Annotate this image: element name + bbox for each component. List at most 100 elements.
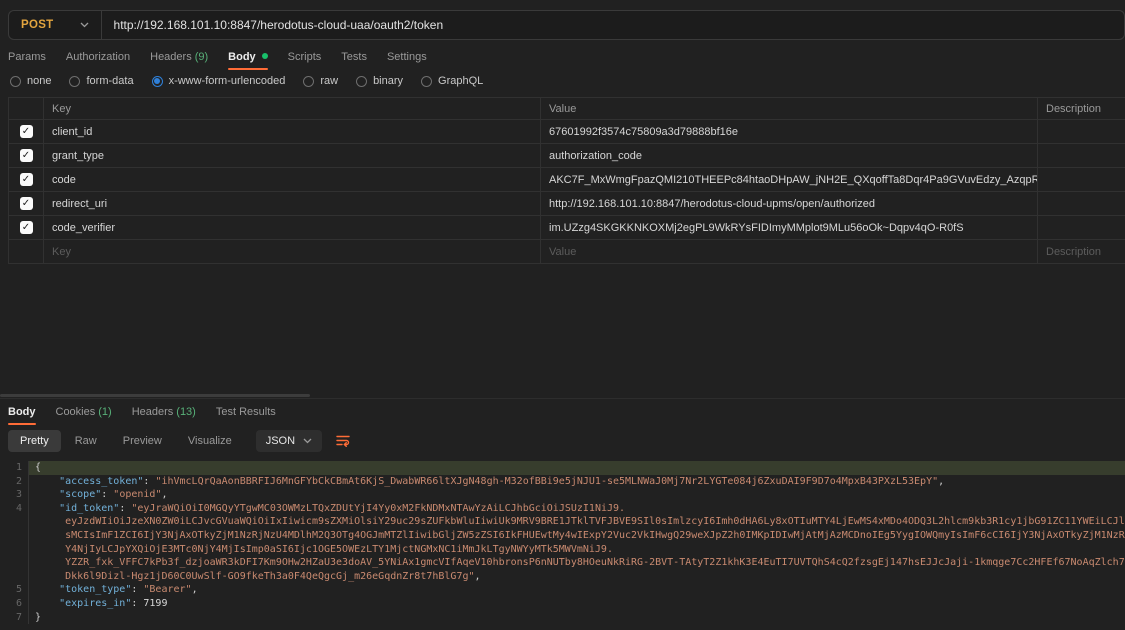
- tab-tests[interactable]: Tests: [341, 46, 367, 70]
- param-key-cell[interactable]: client_id: [43, 120, 540, 143]
- line-number: [0, 515, 28, 529]
- table-placeholder-row: KeyValueDescription: [8, 240, 1125, 264]
- row-checkbox[interactable]: ✓: [20, 173, 33, 186]
- radio-icon: [303, 76, 314, 87]
- param-key-cell[interactable]: code_verifier: [43, 216, 540, 239]
- table-row: ✓ grant_typeauthorization_code: [8, 144, 1125, 168]
- column-header-description: Description: [1037, 98, 1125, 119]
- url-row: POST http://192.168.101.10:8847/herodotu…: [0, 0, 1125, 40]
- body-mode-radios: none form-data x-www-form-urlencoded raw bin…: [0, 70, 1125, 97]
- body-mode-raw[interactable]: raw: [303, 75, 338, 87]
- row-checkbox[interactable]: ✓: [20, 221, 33, 234]
- response-section: Body Cookies(1) Headers(13) Test Results Pr…: [0, 398, 1125, 630]
- tab-body[interactable]: Body: [8, 401, 36, 425]
- param-description-placeholder[interactable]: Description: [1037, 240, 1125, 263]
- tab-count-badge: (13): [176, 406, 196, 418]
- json-format-dropdown[interactable]: JSON: [256, 430, 322, 452]
- radio-icon: [152, 76, 163, 87]
- tab-body[interactable]: Body: [228, 46, 268, 70]
- param-value-cell[interactable]: http://192.168.101.10:8847/herodotus-clo…: [540, 192, 1037, 215]
- param-value-cell[interactable]: AKC7F_MxWmgFpazQMI210THEEPc84htaoDHpAW_j…: [540, 168, 1037, 191]
- param-description-cell[interactable]: [1037, 192, 1125, 215]
- line-number: 6: [0, 597, 28, 611]
- param-value-placeholder[interactable]: Value: [540, 240, 1037, 263]
- param-key-cell[interactable]: redirect_uri: [43, 192, 540, 215]
- param-value-cell[interactable]: 67601992f3574c75809a3d79888bf16e: [540, 120, 1037, 143]
- body-mode-binary[interactable]: binary: [356, 75, 403, 87]
- wrap-text-icon[interactable]: [336, 434, 351, 448]
- code-text: "expires_in": 7199: [28, 597, 1125, 611]
- table-row: ✓ codeAKC7F_MxWmgFpazQMI210THEEPc84htaoDH…: [8, 168, 1125, 192]
- code-text: YZZR_fxk_VFFC7kPb3f_dzjoaWR3kDFI7Km9OHw2…: [28, 556, 1125, 570]
- line-number: [0, 570, 28, 584]
- body-mode-x-www-form-urlencoded[interactable]: x-www-form-urlencoded: [152, 75, 286, 87]
- unsaved-dot: [262, 53, 268, 59]
- code-line: sMCIsImF1ZCI6IjY3NjAxOTkyZjM1NzRjNzU4MDl…: [0, 529, 1125, 543]
- view-tab-preview[interactable]: Preview: [111, 430, 174, 452]
- param-description-cell[interactable]: [1037, 120, 1125, 143]
- row-checkbox[interactable]: ✓: [20, 125, 33, 138]
- radio-icon: [69, 76, 80, 87]
- column-header-value: Value: [540, 98, 1037, 119]
- param-value-cell[interactable]: im.UZzg4SKGKKNKOXMj2egPL9WkRYsFIDImyMMpl…: [540, 216, 1037, 239]
- params-table: KeyValueDescription✓client_id67601992f35…: [8, 97, 1125, 264]
- row-checkbox[interactable]: ✓: [20, 197, 33, 210]
- method-selector[interactable]: POST: [9, 11, 101, 39]
- table-row: ✓ redirect_urihttp://192.168.101.10:8847/…: [8, 192, 1125, 216]
- param-value-cell[interactable]: authorization_code: [540, 144, 1037, 167]
- code-text: sMCIsImF1ZCI6IjY3NjAxOTkyZjM1NzRjNzU4MDl…: [28, 529, 1125, 543]
- response-tabs: Body Cookies(1) Headers(13) Test Results: [0, 401, 1125, 425]
- method-label: POST: [21, 19, 54, 31]
- code-line: 4 "id_token": "eyJraWQiOiI0MGQyYTgwMC03O…: [0, 502, 1125, 516]
- code-line: 6 "expires_in": 7199: [0, 597, 1125, 611]
- param-key-placeholder[interactable]: Key: [43, 240, 540, 263]
- chevron-down-icon: [80, 22, 89, 28]
- radio-icon: [10, 76, 21, 87]
- tab-authorization[interactable]: Authorization: [66, 46, 130, 70]
- code-text: }: [28, 611, 1125, 625]
- param-key-cell[interactable]: code: [43, 168, 540, 191]
- code-text: "access_token": "ihVmcLQrQaAonBBRFIJ6MnG…: [28, 475, 1125, 489]
- view-tab-pretty[interactable]: Pretty: [8, 430, 61, 452]
- row-checkbox[interactable]: ✓: [20, 149, 33, 162]
- tab-test-results[interactable]: Test Results: [216, 401, 276, 425]
- code-text: "token_type": "Bearer",: [28, 583, 1125, 597]
- pane-gap: [0, 264, 1125, 398]
- table-row: ✓ code_verifierim.UZzg4SKGKKNKOXMj2egPL9W…: [8, 216, 1125, 240]
- format-label: JSON: [266, 435, 295, 447]
- body-mode-form-data[interactable]: form-data: [69, 75, 133, 87]
- tab-cookies[interactable]: Cookies(1): [56, 401, 112, 425]
- response-toolbar: PrettyRawPreviewVisualize JSON: [0, 425, 1125, 457]
- tab-settings[interactable]: Settings: [387, 46, 427, 70]
- code-line: Y4NjIyLCJpYXQiOjE3MTc0NjY4MjIsImp0aSI6Ij…: [0, 543, 1125, 557]
- url-input[interactable]: http://192.168.101.10:8847/herodotus-clo…: [102, 18, 444, 32]
- tab-params[interactable]: Params: [8, 46, 46, 70]
- response-body[interactable]: 1{2 "access_token": "ihVmcLQrQaAonBBRFIJ…: [0, 457, 1125, 630]
- view-tab-visualize[interactable]: Visualize: [176, 430, 244, 452]
- code-line: YZZR_fxk_VFFC7kPb3f_dzjoaWR3kDFI7Km9OHw2…: [0, 556, 1125, 570]
- request-tabs: Params Authorization Headers(9) Body Scripts…: [0, 46, 1125, 70]
- tab-headers[interactable]: Headers(9): [150, 46, 208, 70]
- tab-count-badge: (1): [98, 406, 111, 418]
- view-tab-raw[interactable]: Raw: [63, 430, 109, 452]
- tab-headers[interactable]: Headers(13): [132, 401, 196, 425]
- code-text: Dkk6l9Dizl-Hgz1jD60C0UwSlf-GO9fkeTh3a0F4…: [28, 570, 1125, 584]
- param-description-cell[interactable]: [1037, 168, 1125, 191]
- param-key-cell[interactable]: grant_type: [43, 144, 540, 167]
- line-number: [0, 543, 28, 557]
- param-description-cell[interactable]: [1037, 144, 1125, 167]
- tab-scripts[interactable]: Scripts: [288, 46, 322, 70]
- code-text: "id_token": "eyJraWQiOiI0MGQyYTgwMC03OWM…: [28, 502, 1125, 516]
- code-text: Y4NjIyLCJpYXQiOjE3MTc0NjY4MjIsImp0aSI6Ij…: [28, 543, 1125, 557]
- code-line: eyJzdWIiOiJzeXN0ZW0iLCJvcGVuaWQiOiIxIiwi…: [0, 515, 1125, 529]
- code-line: 7}: [0, 611, 1125, 625]
- table-header-row: KeyValueDescription: [8, 98, 1125, 120]
- param-description-cell[interactable]: [1037, 216, 1125, 239]
- chevron-down-icon: [303, 438, 312, 444]
- body-mode-graphql[interactable]: GraphQL: [421, 75, 483, 87]
- horizontal-scrollbar[interactable]: [0, 394, 310, 397]
- api-client-request-view: POST http://192.168.101.10:8847/herodotu…: [0, 0, 1125, 630]
- request-bar: POST http://192.168.101.10:8847/herodotu…: [8, 10, 1125, 40]
- code-text: "scope": "openid",: [28, 488, 1125, 502]
- body-mode-none[interactable]: none: [10, 75, 51, 87]
